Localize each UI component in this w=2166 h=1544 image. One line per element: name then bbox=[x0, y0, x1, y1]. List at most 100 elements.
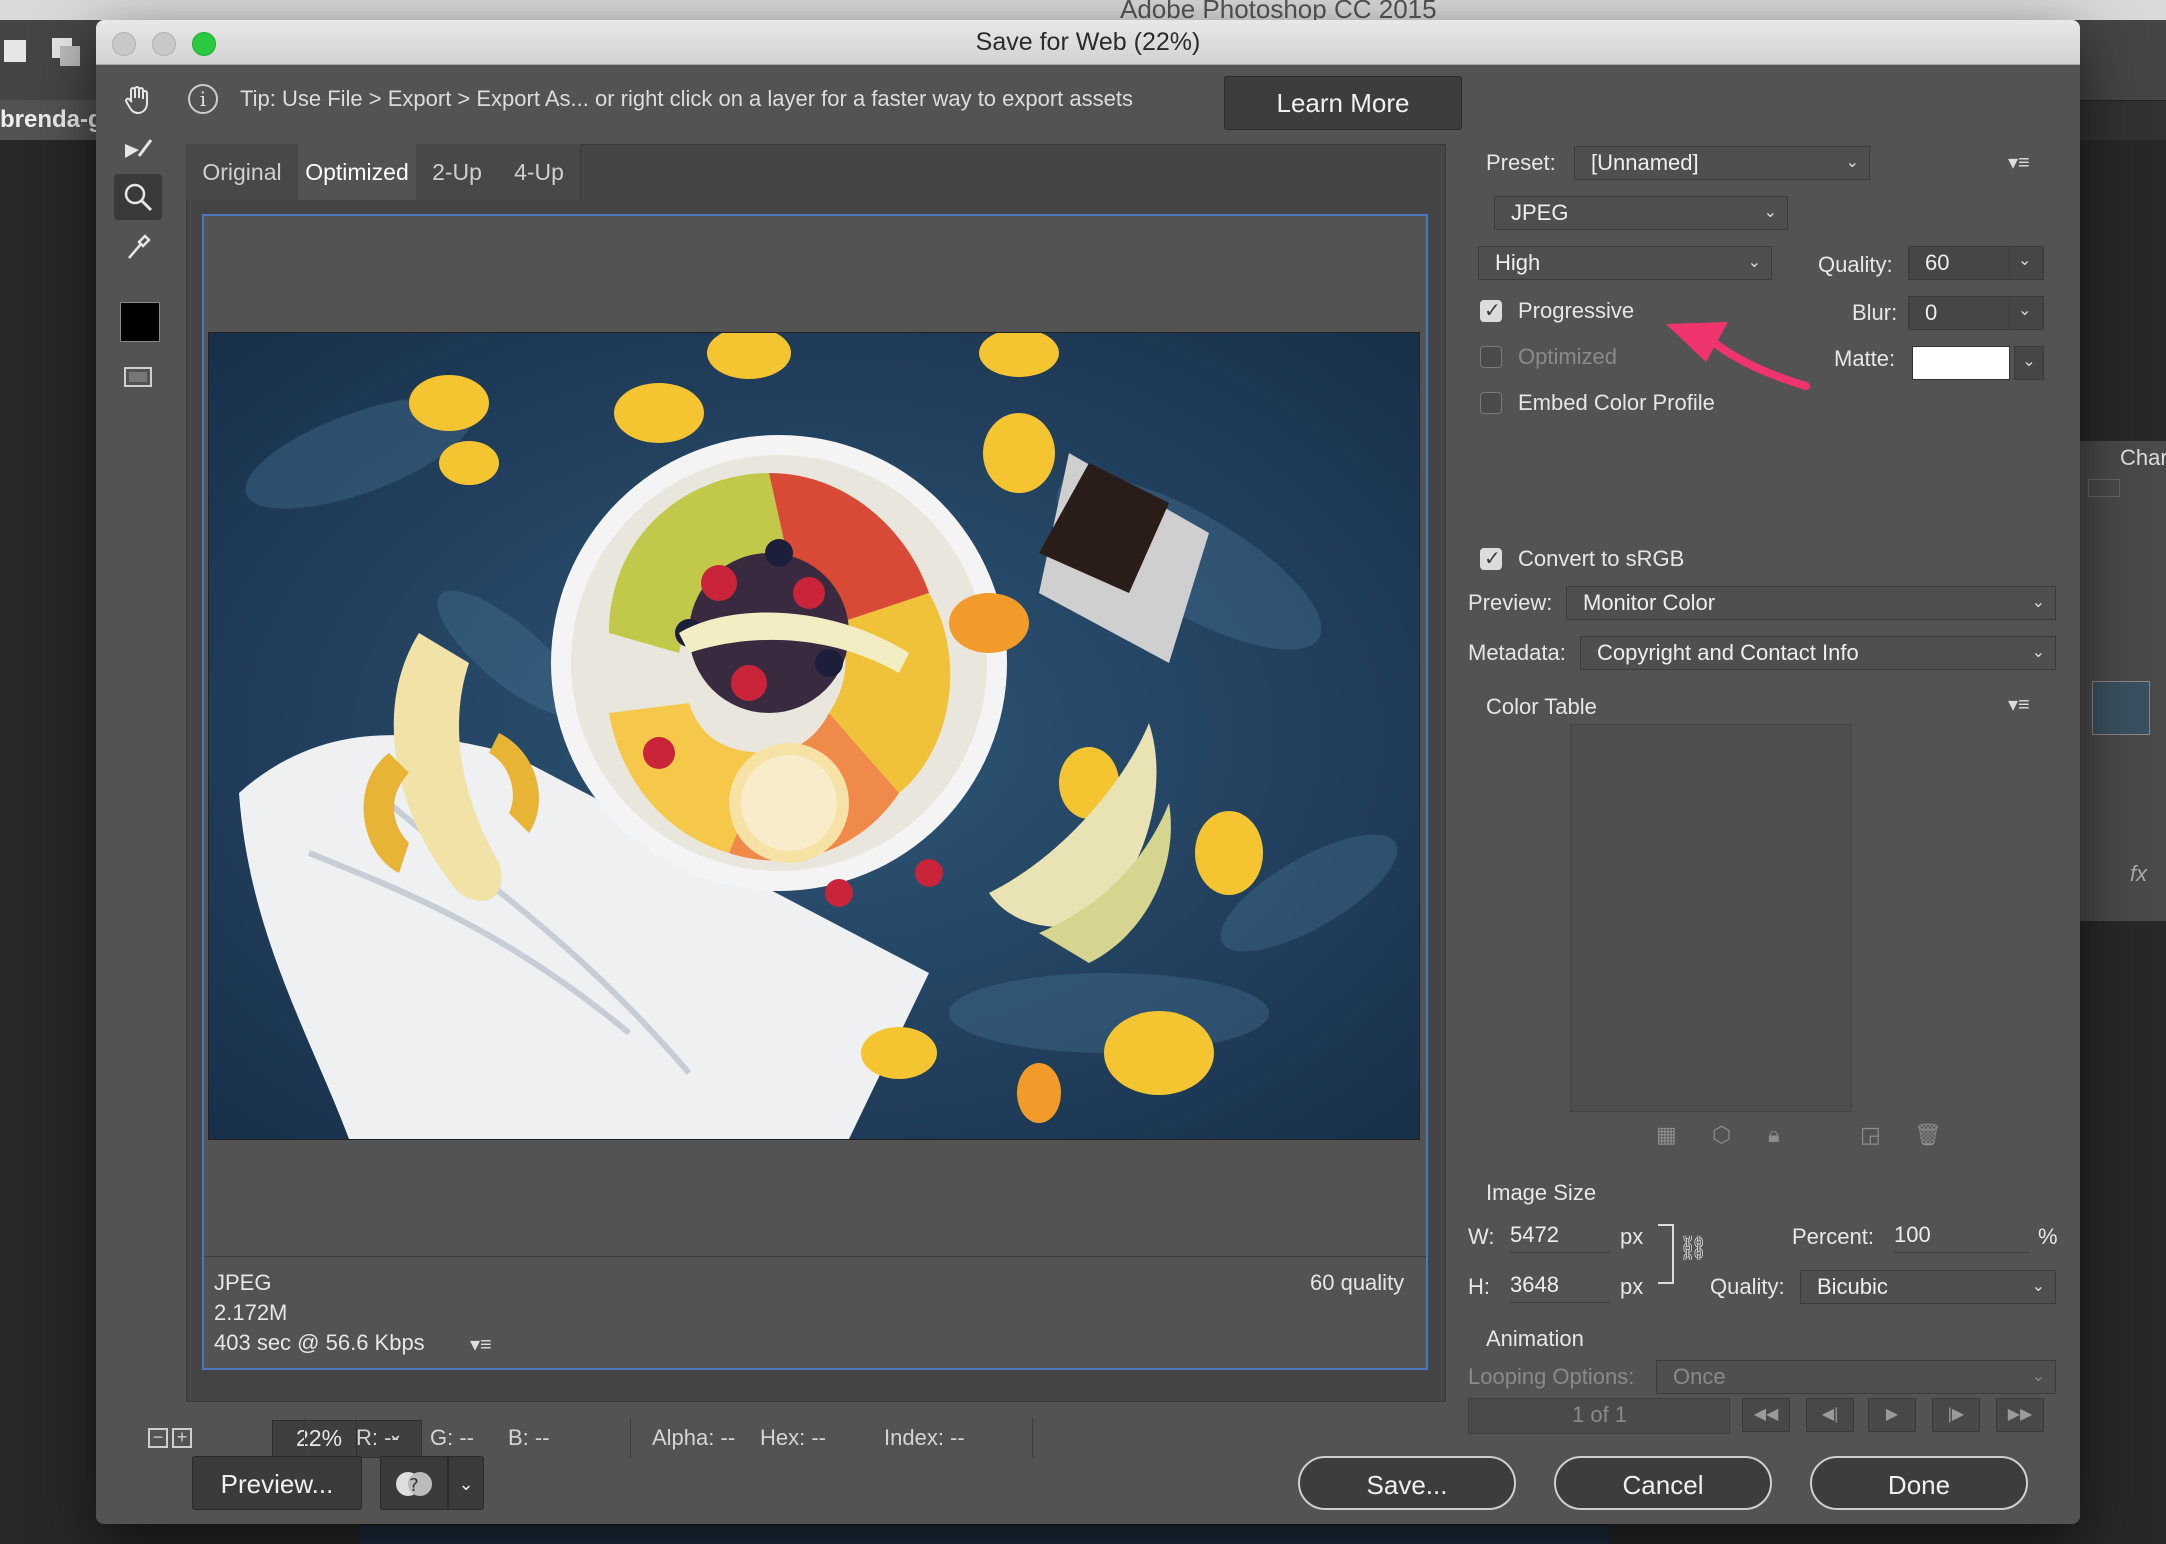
web-snap-icon[interactable]: ▦ bbox=[1656, 1122, 1677, 1148]
slice-select-icon bbox=[125, 139, 153, 158]
file-format-select[interactable]: JPEG ⌄ bbox=[1494, 196, 1788, 230]
readout-blue: B: -- bbox=[508, 1425, 550, 1450]
convert-srgb-checkbox[interactable] bbox=[1480, 546, 1502, 570]
web-shift-icon[interactable]: ⬡ bbox=[1712, 1122, 1731, 1148]
dialog-titlebar: Save for Web (22%) bbox=[96, 20, 2080, 65]
metadata-label: Metadata: bbox=[1468, 640, 1566, 665]
height-input[interactable]: 3648 bbox=[1510, 1268, 1610, 1303]
next-frame-icon[interactable]: |▶ bbox=[1932, 1398, 1980, 1432]
tab-2-up[interactable]: 2-Up bbox=[416, 144, 499, 200]
height-label: H: bbox=[1468, 1274, 1490, 1299]
zoom-in-icon[interactable]: + bbox=[172, 1428, 192, 1448]
chevron-down-icon: ⌄ bbox=[1747, 254, 1761, 271]
chevron-down-icon[interactable]: ⌄ bbox=[2018, 250, 2031, 270]
looping-options-select[interactable]: Once ⌄ bbox=[1656, 1360, 2056, 1394]
readout-alpha: Alpha: -- bbox=[652, 1425, 736, 1450]
blur-label: Blur: bbox=[1852, 300, 1898, 325]
tab-4-up[interactable]: 4-Up bbox=[498, 144, 581, 200]
new-color-icon[interactable]: ◲ bbox=[1860, 1122, 1881, 1148]
metadata-value: Copyright and Contact Info bbox=[1597, 640, 1859, 665]
download-speed-menu-icon[interactable]: ▾≡ bbox=[470, 1332, 492, 1357]
fx-icon[interactable]: fx bbox=[2130, 861, 2147, 887]
panel-field bbox=[2088, 479, 2120, 497]
slice-select-tool[interactable] bbox=[114, 128, 162, 174]
tab-original[interactable]: Original bbox=[186, 144, 299, 200]
eyedropper-tool[interactable] bbox=[114, 224, 162, 270]
file-format-value: JPEG bbox=[1511, 200, 1569, 225]
embed-color-profile-checkbox[interactable] bbox=[1480, 392, 1502, 414]
status-divider bbox=[1032, 1418, 1033, 1458]
app-menubar bbox=[0, 0, 2166, 20]
resample-quality-select[interactable]: Bicubic ⌄ bbox=[1800, 1270, 2056, 1304]
new-selection-icon[interactable] bbox=[4, 40, 26, 62]
play-icon[interactable]: ▶ bbox=[1868, 1398, 1916, 1432]
width-label: W: bbox=[1468, 1224, 1495, 1249]
optimized-label: Optimized bbox=[1518, 344, 1618, 369]
width-input[interactable]: 5472 bbox=[1510, 1218, 1610, 1253]
quality-field-divider bbox=[2009, 246, 2010, 280]
document-tab[interactable]: brenda-go bbox=[0, 100, 96, 140]
percent-unit: % bbox=[2038, 1224, 2058, 1249]
looping-options-value: Once bbox=[1673, 1364, 1726, 1389]
percent-input[interactable]: 100 bbox=[1894, 1218, 2030, 1253]
first-frame-icon[interactable]: ◀◀ bbox=[1742, 1398, 1790, 1432]
panel-tab-character[interactable]: Char bbox=[2120, 445, 2166, 471]
blur-value: 0 bbox=[1925, 300, 1938, 325]
previous-frame-icon[interactable]: ◀| bbox=[1806, 1398, 1854, 1432]
progressive-label: Progressive bbox=[1518, 298, 1635, 323]
tab-optimized[interactable]: Optimized bbox=[298, 144, 417, 200]
preview-quality-info: 60 quality bbox=[1310, 1270, 1405, 1295]
hand-tool[interactable] bbox=[114, 76, 162, 122]
looping-options-label: Looping Options: bbox=[1468, 1364, 1635, 1389]
preview-mode-select[interactable]: Monitor Color ⌄ bbox=[1566, 586, 2056, 620]
learn-more-button[interactable]: Learn More bbox=[1224, 76, 1462, 130]
chevron-down-icon[interactable]: ⌄ bbox=[2014, 346, 2044, 380]
progressive-checkbox[interactable] bbox=[1480, 298, 1502, 322]
browser-select-button[interactable]: ? bbox=[380, 1456, 448, 1510]
optimized-checkbox[interactable] bbox=[1480, 346, 1502, 368]
optimize-menu-icon[interactable]: ▾≡ bbox=[2008, 150, 2030, 175]
animation-heading: Animation bbox=[1486, 1326, 1584, 1351]
matte-color-swatch[interactable] bbox=[1912, 346, 2010, 380]
info-icon: i bbox=[188, 84, 218, 114]
resample-quality-label: Quality: bbox=[1710, 1274, 1785, 1299]
preview-info-divider bbox=[204, 1256, 1426, 1257]
status-divider bbox=[304, 1418, 305, 1458]
color-table-heading: Color Table bbox=[1486, 694, 1597, 719]
chevron-down-icon: ⌄ bbox=[2031, 1278, 2045, 1295]
image-size-heading: Image Size bbox=[1486, 1180, 1597, 1205]
eyedropper-color-swatch[interactable] bbox=[120, 302, 160, 342]
svg-text:?: ? bbox=[409, 1475, 419, 1496]
save-button[interactable]: Save... bbox=[1298, 1456, 1516, 1510]
browser-help-icon: ? bbox=[396, 1472, 432, 1496]
readout-red: R: -- bbox=[356, 1425, 399, 1450]
zoom-tool[interactable] bbox=[114, 174, 162, 220]
frame-counter: 1 of 1 bbox=[1572, 1402, 1628, 1427]
toggle-slices-visibility[interactable] bbox=[114, 354, 162, 400]
chevron-down-icon[interactable]: ⌄ bbox=[448, 1456, 484, 1510]
compression-quality-select[interactable]: High ⌄ bbox=[1478, 246, 1772, 280]
color-table[interactable] bbox=[1570, 724, 1852, 1112]
preview-image[interactable] bbox=[208, 332, 1420, 1140]
preset-label: Preset: bbox=[1486, 150, 1556, 175]
color-table-menu-icon[interactable]: ▾≡ bbox=[2008, 692, 2030, 717]
preset-select[interactable]: [Unnamed] ⌄ bbox=[1574, 146, 1870, 180]
link-icon[interactable]: ⛓︎ bbox=[1678, 1234, 1708, 1263]
document-photo-edge bbox=[360, 1525, 1610, 1544]
readout-index: Index: -- bbox=[884, 1425, 965, 1450]
cancel-button[interactable]: Cancel bbox=[1554, 1456, 1772, 1510]
lock-icon[interactable]: 🔒︎ bbox=[1768, 1122, 1780, 1148]
chevron-down-icon[interactable]: ⌄ bbox=[2018, 300, 2031, 320]
trash-icon[interactable]: 🗑︎ bbox=[1914, 1122, 1942, 1148]
last-frame-icon[interactable]: ▶▶ bbox=[1996, 1398, 2044, 1432]
matte-label: Matte: bbox=[1834, 346, 1896, 371]
preview-in-browser-button[interactable]: Preview... bbox=[192, 1456, 362, 1510]
layer-thumbnail[interactable] bbox=[2092, 681, 2150, 735]
zoom-out-icon[interactable]: − bbox=[148, 1428, 168, 1448]
export-tip: Tip: Use File > Export > Export As... or… bbox=[240, 86, 1133, 111]
done-button[interactable]: Done bbox=[1810, 1456, 2028, 1510]
chevron-down-icon: ⌄ bbox=[1845, 154, 1859, 171]
metadata-select[interactable]: Copyright and Contact Info ⌄ bbox=[1580, 636, 2056, 670]
save-for-web-dialog: Save for Web (22%) i Tip: Use File > Exp… bbox=[96, 20, 2080, 1524]
readout-hex: Hex: -- bbox=[760, 1425, 826, 1450]
